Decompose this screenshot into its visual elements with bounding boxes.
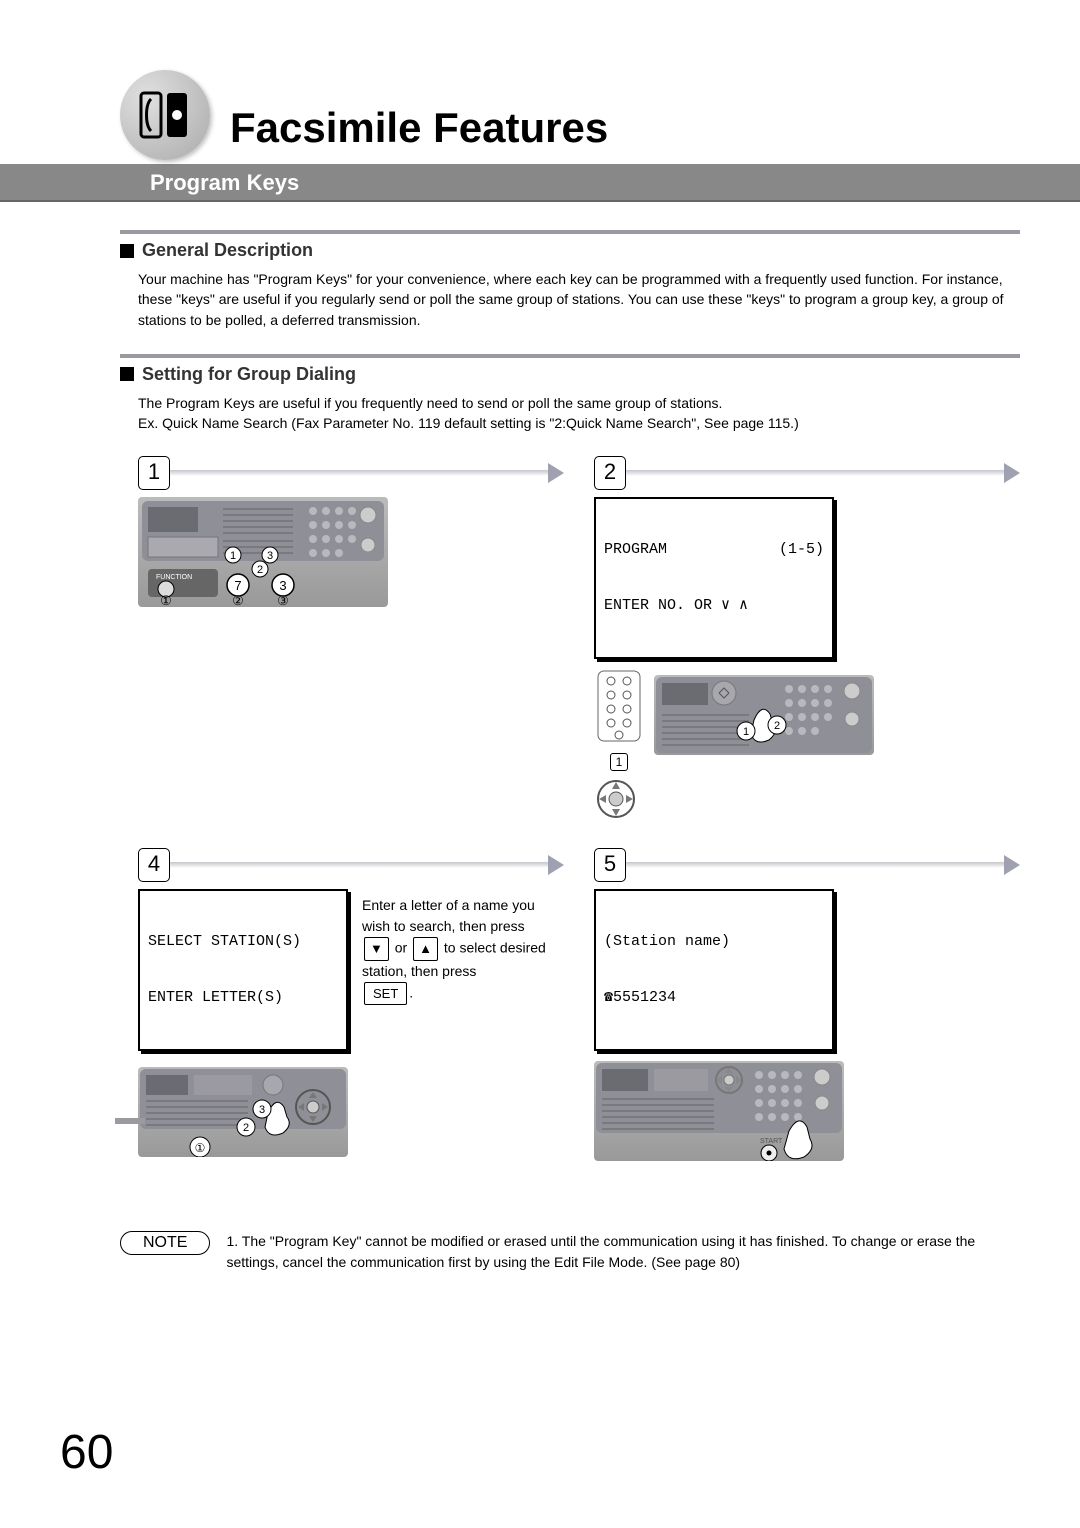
svg-text:FUNCTION: FUNCTION [156, 574, 192, 581]
nav-dial-icon [594, 777, 638, 821]
svg-text:①: ① [195, 1141, 206, 1155]
note-section-stub [115, 1118, 145, 1124]
control-panel-illustration: 3 2 ① [138, 1067, 348, 1157]
keypad-column-icon [594, 669, 644, 749]
svg-text:START: START [760, 1138, 783, 1145]
note-label: NOTE [120, 1231, 210, 1255]
step-number-4: 4 [138, 848, 170, 882]
step-2: 2 PROGRAM(1-5) ENTER NO. OR ∨ ∧ [594, 457, 1020, 821]
note-block: NOTE 1. The "Program Key" cannot be modi… [120, 1231, 1020, 1273]
step-4: 4 SELECT STATION(S) ENTER LETTER(S) [138, 849, 564, 1161]
down-key-icon: ▼ [364, 937, 389, 961]
control-panel-illustration: 1 3 FUNCTION 7 3 ① ② ③ 2 [138, 497, 388, 607]
svg-text:③: ③ [277, 593, 289, 607]
set-key: SET [364, 982, 407, 1006]
step4-instructions: Enter a letter of a name you wish to sea… [362, 895, 557, 1005]
callout-1: 1 [610, 753, 628, 771]
step-number-2: 2 [594, 456, 626, 490]
svg-text:1: 1 [230, 550, 236, 562]
page-number: 60 [60, 1425, 113, 1480]
svg-text:2: 2 [774, 720, 780, 732]
svg-text:②: ② [232, 593, 244, 607]
general-description-text: Your machine has "Program Keys" for your… [138, 269, 1020, 330]
svg-text:3: 3 [279, 578, 286, 593]
chapter-icon [120, 70, 210, 160]
page-subtitle: Program Keys [0, 164, 1080, 202]
svg-text:3: 3 [267, 550, 273, 562]
note-text: 1. The "Program Key" cannot be modified … [226, 1231, 1020, 1273]
step-1: 1 [138, 457, 564, 821]
lcd-display-step5: (Station name) ☎5551234 [594, 889, 834, 1051]
section-general-description: General Description [120, 240, 1020, 261]
svg-text:3: 3 [259, 1104, 265, 1116]
control-panel-illustration: START [594, 1061, 844, 1161]
step-number-1: 1 [138, 456, 170, 490]
setting-group-dialing-text: The Program Keys are useful if you frequ… [138, 393, 1020, 434]
section-setting-group-dialing: Setting for Group Dialing [120, 364, 1020, 385]
svg-text:7: 7 [234, 578, 241, 593]
lcd-display-step4: SELECT STATION(S) ENTER LETTER(S) [138, 889, 348, 1051]
chapter-title: Facsimile Features [230, 104, 608, 152]
lcd-display-step2: PROGRAM(1-5) ENTER NO. OR ∨ ∧ [594, 497, 834, 659]
svg-text:1: 1 [743, 726, 749, 738]
chapter-header: Facsimile Features [120, 70, 1020, 160]
up-key-icon: ▲ [413, 937, 438, 961]
step-number-5: 5 [594, 848, 626, 882]
step-5: 5 (Station name) ☎5551234 [594, 849, 1020, 1161]
control-panel-illustration: 1 2 [654, 675, 874, 755]
svg-text:2: 2 [243, 1122, 249, 1134]
marker-1: ① [160, 593, 172, 607]
svg-text:2: 2 [257, 564, 263, 576]
